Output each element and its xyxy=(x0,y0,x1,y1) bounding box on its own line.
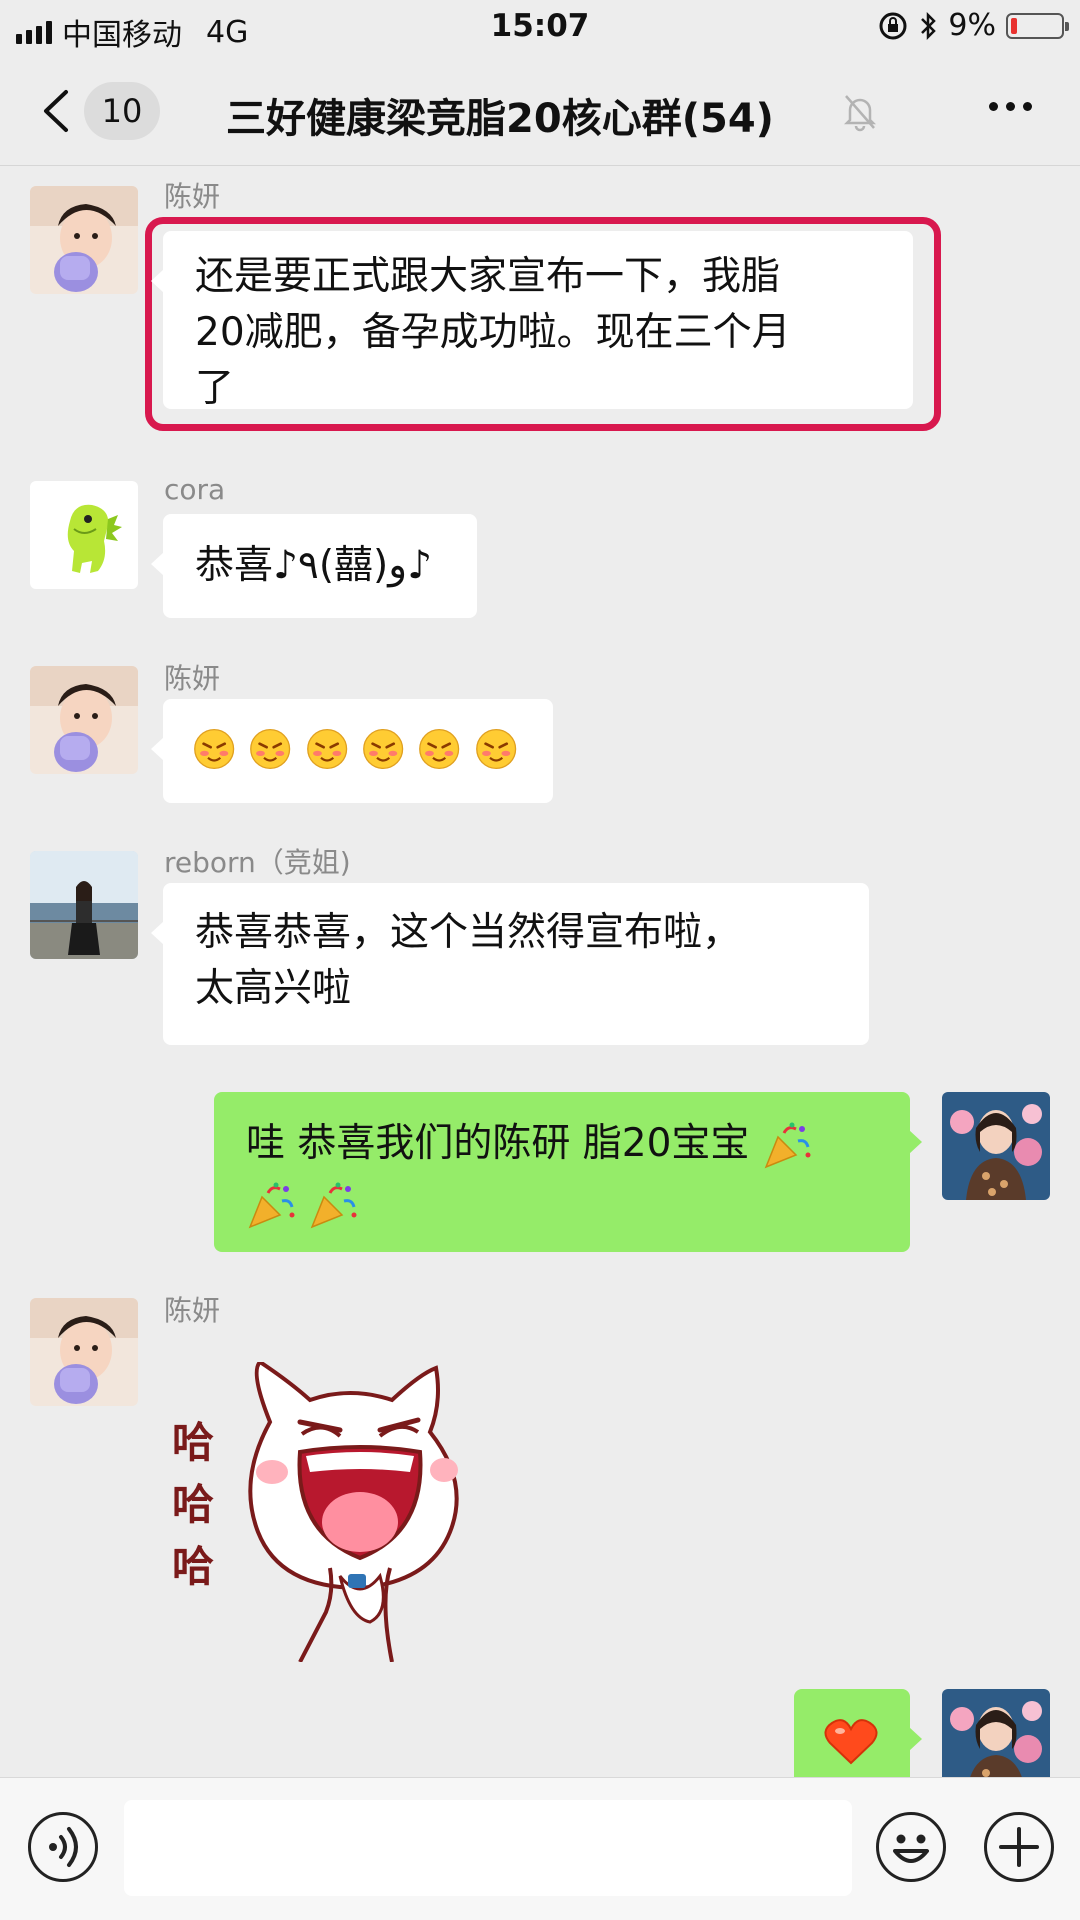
plus-icon[interactable] xyxy=(984,1812,1054,1882)
avatar[interactable] xyxy=(30,851,138,959)
sender-name: 陈妍 xyxy=(164,180,221,213)
blushing-face-icon xyxy=(475,728,516,770)
message-line: 了 xyxy=(195,366,235,411)
sender-name: 陈妍 xyxy=(164,1294,221,1327)
heart-icon xyxy=(824,1719,878,1765)
blushing-face-icon xyxy=(194,728,235,770)
input-bar xyxy=(0,1777,1080,1920)
message-line: 恭喜恭喜，这个当然得宣布啦， xyxy=(195,910,742,955)
bluetooth-icon xyxy=(921,11,937,40)
message-line: 20减肥，备孕成功啦。现在三个月 xyxy=(195,310,791,355)
blushing-face-icon xyxy=(306,728,347,770)
message-line: 恭喜♪٩(囍)و♪ xyxy=(195,543,433,588)
voice-icon[interactable] xyxy=(28,1812,98,1882)
battery-percent: 9% xyxy=(948,8,996,43)
blushing-face-icon xyxy=(363,728,404,770)
avatar[interactable] xyxy=(30,666,138,774)
avatar[interactable] xyxy=(30,186,138,294)
emoji-smile-icon[interactable] xyxy=(876,1812,946,1882)
message-bubble[interactable]: 恭喜♪٩(囍)و♪ xyxy=(151,514,477,618)
avatar[interactable] xyxy=(942,1092,1050,1200)
message-line: 哇 恭喜我们的陈研 脂20宝宝 xyxy=(246,1121,750,1166)
sticker-caption: 哈 哈 哈 xyxy=(172,1418,215,1591)
blushing-face-icon xyxy=(250,728,291,770)
message-bubble[interactable] xyxy=(794,1689,922,1777)
party-popper-icon xyxy=(248,1182,295,1228)
laughing-cat-icon xyxy=(248,1362,459,1662)
party-popper-icon xyxy=(764,1122,811,1168)
mute-bell-icon xyxy=(843,95,877,132)
sender-name: 陈妍 xyxy=(164,662,221,695)
sticker-laughing-cat[interactable]: 哈 哈 哈 xyxy=(160,1362,480,1662)
message-bubble[interactable] xyxy=(151,699,553,803)
message-bubble[interactable]: 哇 恭喜我们的陈研 脂20宝宝 xyxy=(214,1092,922,1252)
battery-icon xyxy=(1006,12,1069,39)
message-line: 太高兴啦 xyxy=(195,966,352,1011)
more-dots-icon[interactable] xyxy=(989,102,1032,111)
sender-name: reborn（竞姐) xyxy=(164,846,351,879)
status-right: 9% xyxy=(878,8,1069,43)
blushing-face-icon xyxy=(419,728,460,770)
message-bubble[interactable]: 还是要正式跟大家宣布一下，我脂 20减肥，备孕成功啦。现在三个月 了 xyxy=(151,231,913,411)
message-list[interactable]: 陈妍 还是要正式跟大家宣布一下，我脂 20减肥，备孕成功啦。现在三个月 了 co… xyxy=(0,167,1080,1777)
chat-header: 10 三好健康梁竞脂20核心群(54) xyxy=(0,56,1080,166)
message-input[interactable] xyxy=(124,1800,852,1896)
message-line: 还是要正式跟大家宣布一下，我脂 xyxy=(195,254,781,299)
emoji-row xyxy=(193,725,523,773)
avatar[interactable] xyxy=(30,1298,138,1406)
orientation-lock-icon xyxy=(879,12,907,39)
party-popper-icon xyxy=(311,1182,357,1228)
sender-name: cora xyxy=(164,473,226,506)
status-bar: 中国移动 4G 15:07 9% xyxy=(0,0,1080,56)
avatar[interactable] xyxy=(30,481,138,589)
message-bubble[interactable]: 恭喜恭喜，这个当然得宣布啦， 太高兴啦 xyxy=(151,883,869,1045)
avatar[interactable] xyxy=(942,1689,1050,1777)
